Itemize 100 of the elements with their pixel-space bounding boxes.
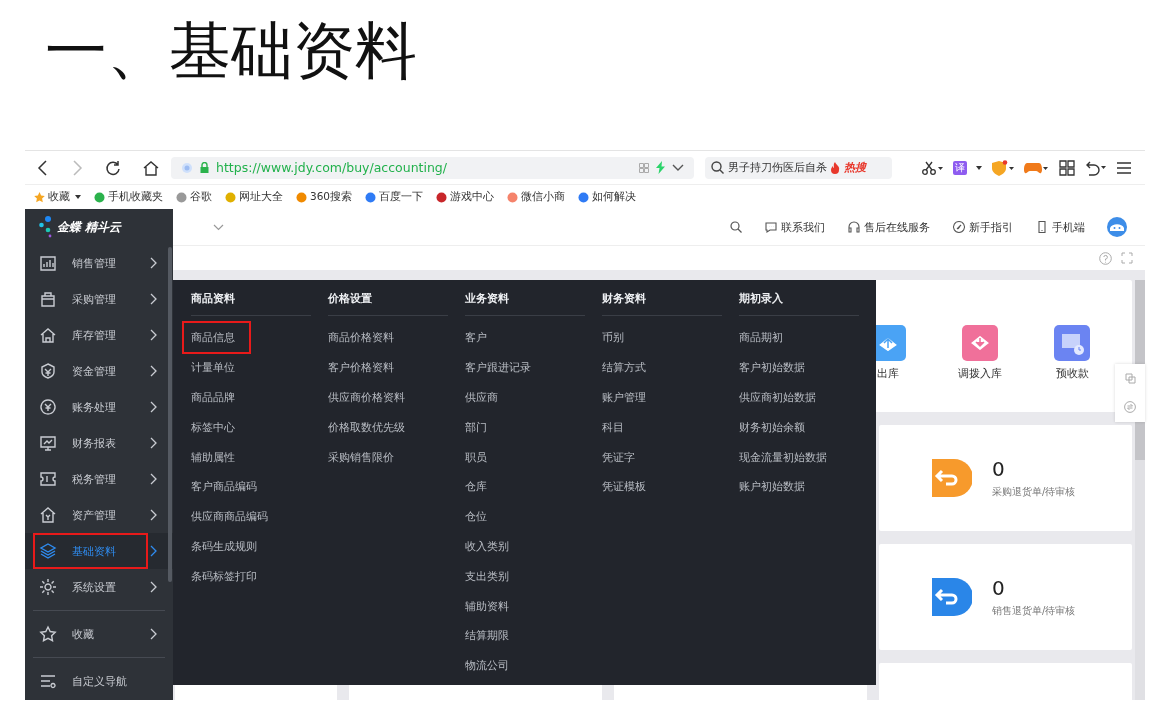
menu-item[interactable]: 凭证字	[602, 449, 635, 465]
chevron-right-icon	[150, 581, 157, 593]
gamepad-icon[interactable]	[1024, 160, 1050, 175]
menu-heading: 期初录入	[739, 292, 784, 306]
menu-icon[interactable]	[1117, 161, 1131, 174]
menu-item[interactable]: 仓位	[465, 509, 487, 525]
menu-item[interactable]: 凭证模板	[602, 479, 646, 495]
menu-item[interactable]: 标签中心	[191, 419, 235, 435]
menu-item[interactable]: 职员	[465, 449, 487, 465]
menu-item[interactable]: 客户商品编码	[191, 479, 257, 495]
search-icon	[711, 161, 724, 174]
avatar-icon[interactable]	[1107, 217, 1127, 237]
chevron-right-icon	[150, 293, 157, 305]
menu-item[interactable]: 账户管理	[602, 390, 646, 405]
bookmark[interactable]: 网址大全	[225, 190, 283, 204]
stat-card[interactable]: 0 采购退货单/待审核	[879, 425, 1132, 531]
reload-icon[interactable]	[105, 159, 121, 176]
bookmark[interactable]: 手机收藏夹	[94, 190, 163, 204]
bookmark[interactable]: 360搜索	[296, 190, 353, 204]
menu-item[interactable]: 科目	[602, 419, 624, 435]
chevron-down-icon[interactable]	[672, 163, 684, 172]
menu-item[interactable]: 币别	[602, 330, 624, 346]
header-link[interactable]: 手机端	[1035, 219, 1085, 235]
menu-item[interactable]: 商品信息	[182, 321, 251, 355]
stat-label: 采购退货单/待审核	[992, 485, 1076, 499]
menu-item[interactable]: 商品品牌	[191, 390, 235, 405]
menu-item[interactable]: 客户	[465, 330, 487, 346]
home-icon[interactable]	[143, 159, 159, 176]
menu-heading: 业务资料	[465, 292, 510, 306]
menu-item[interactable]: 现金流量初始数据	[739, 449, 827, 465]
bookmark[interactable]: 百度一下	[365, 190, 424, 204]
menu-item[interactable]: 商品期初	[739, 330, 783, 346]
sidebar-item[interactable]: 税务管理	[25, 461, 173, 497]
menu-item[interactable]: 客户价格资料	[328, 360, 394, 376]
chart-icon	[39, 254, 57, 272]
sidebar-item[interactable]: 资产管理	[25, 497, 173, 533]
menu-item[interactable]: 客户跟进记录	[465, 360, 531, 376]
menu-item[interactable]: 价格取数优先级	[328, 419, 405, 435]
chevron-right-icon	[150, 628, 157, 640]
menu-item[interactable]: 辅助属性	[191, 449, 235, 465]
bookmark[interactable]: 游戏中心	[436, 190, 495, 204]
undo-icon[interactable]	[1084, 159, 1108, 176]
bookmark[interactable]: 谷歌	[176, 190, 212, 204]
menu-item[interactable]: 财务初始余额	[739, 419, 805, 435]
menu-item[interactable]: 账户初始数据	[739, 479, 805, 495]
menu-item[interactable]: 计量单位	[191, 360, 235, 376]
sidebar-item[interactable]: 财务报表	[25, 425, 173, 461]
menu-item[interactable]: 采购销售限价	[328, 449, 394, 465]
bookmark[interactable]: 如何解决	[578, 190, 637, 204]
menu-item[interactable]: 部门	[465, 419, 487, 435]
chevron-right-icon	[150, 401, 157, 413]
back-icon[interactable]	[37, 159, 49, 176]
header-link[interactable]: 联系我们	[764, 219, 825, 235]
stat-card[interactable]: 0 销售退货单/待审核	[879, 544, 1132, 650]
shortcut-item[interactable]: 预收款	[1026, 325, 1118, 381]
translate-icon[interactable]: 译	[953, 160, 967, 175]
sidebar-item[interactable]: 采购管理	[25, 281, 173, 317]
menu-item[interactable]: 收入类别	[465, 538, 509, 554]
layers-icon	[39, 542, 57, 560]
header-link[interactable]: 售后在线服务	[847, 219, 930, 235]
menu-item[interactable]: 条码标签打印	[191, 568, 257, 584]
header-link[interactable]: 新手指引	[952, 219, 1013, 235]
chevron-right-icon	[150, 545, 157, 557]
chevron-down-icon[interactable]	[213, 223, 224, 231]
menu-item[interactable]: 客户初始数据	[739, 360, 805, 376]
menu-item[interactable]: 供应商商品编码	[191, 509, 268, 525]
sidebar-item[interactable]: 资金管理	[25, 353, 173, 389]
menu-item[interactable]: 支出类别	[465, 568, 509, 584]
menu-item[interactable]: 条码生成规则	[191, 538, 257, 554]
sidebar-item[interactable]: 收藏	[25, 616, 173, 652]
download-icon	[962, 325, 998, 361]
sidebar-item[interactable]: 库存管理	[25, 317, 173, 353]
sidebar-item[interactable]: 自定义导航	[25, 663, 173, 699]
scrollbar[interactable]	[168, 247, 172, 582]
menu-item[interactable]: 商品价格资料	[328, 330, 394, 346]
bookmark[interactable]: 收藏	[34, 190, 70, 204]
menu-item[interactable]: 物流公司	[465, 658, 509, 674]
sidebar-item[interactable]: 销售管理	[25, 245, 173, 281]
sidebar-item[interactable]: 系统设置	[25, 569, 173, 605]
menu-item[interactable]: 供应商价格资料	[328, 390, 405, 405]
list-icon	[39, 672, 57, 690]
bookmark[interactable]: 微信小商	[507, 190, 566, 204]
menu-item[interactable]: 结算期限	[465, 628, 509, 644]
chevron-right-icon	[150, 509, 157, 521]
menu-item[interactable]: 仓库	[465, 479, 487, 495]
sidebar-item[interactable]: 基础资料	[25, 533, 173, 569]
grid-icon[interactable]	[1059, 159, 1075, 176]
menu-item[interactable]: 结算方式	[602, 360, 646, 376]
menu-item[interactable]: 供应商	[465, 390, 498, 405]
caret-icon[interactable]	[976, 165, 982, 170]
menu-item[interactable]: 供应商初始数据	[739, 390, 816, 405]
caret-icon[interactable]	[75, 195, 81, 199]
shortcut-item[interactable]: 调拨入库	[934, 325, 1026, 381]
shield-icon[interactable]	[991, 159, 1015, 176]
sidebar-item[interactable]: 账务处理	[25, 389, 173, 425]
search-field[interactable]: 男子持刀伤医后自杀 热搜	[705, 156, 892, 179]
scissors-icon[interactable]	[922, 160, 944, 175]
search-icon[interactable]	[730, 221, 742, 233]
compass-icon	[952, 220, 966, 234]
menu-item[interactable]: 辅助资料	[465, 598, 509, 614]
